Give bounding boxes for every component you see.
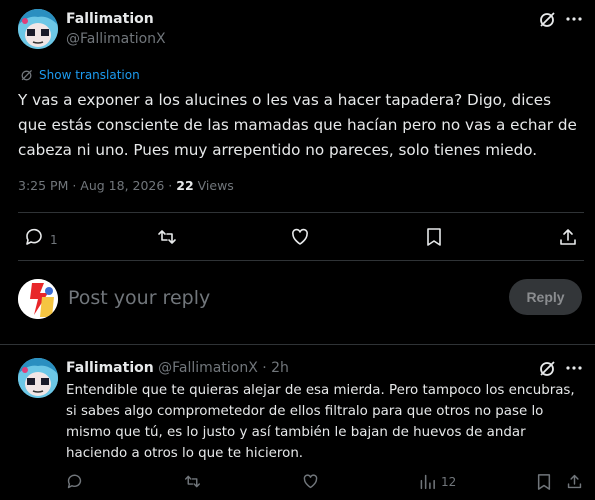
- share-icon[interactable]: [558, 227, 578, 247]
- divider: [18, 212, 584, 213]
- repost-icon[interactable]: [157, 227, 177, 247]
- analytics-icon: [418, 473, 435, 490]
- reply-header: Fallimation @FallimationX · 2h: [66, 360, 289, 376]
- author-avatar[interactable]: [18, 9, 58, 49]
- repost-icon[interactable]: [184, 473, 201, 490]
- reply-views-count: 12: [441, 474, 457, 489]
- reply-author-avatar[interactable]: [18, 358, 58, 398]
- share-icon[interactable]: [566, 473, 583, 490]
- more-options-icon[interactable]: [566, 17, 582, 21]
- current-user-avatar[interactable]: [18, 279, 58, 319]
- reply-text: Entendible que te quieras alejar de esa …: [66, 383, 575, 461]
- more-options-icon[interactable]: [566, 366, 582, 370]
- reply-composer-input[interactable]: Post your reply: [68, 287, 210, 309]
- translate-icon: [20, 69, 33, 82]
- bookmark-icon[interactable]: [536, 473, 552, 491]
- divider: [18, 260, 584, 261]
- divider: [0, 344, 595, 345]
- views-action[interactable]: 12: [418, 473, 456, 490]
- grok-icon[interactable]: [538, 11, 556, 29]
- like-icon[interactable]: [302, 473, 319, 490]
- reply-button[interactable]: Reply: [509, 279, 582, 315]
- grok-icon[interactable]: [538, 360, 556, 378]
- reply-icon: [24, 227, 44, 247]
- like-icon[interactable]: [290, 227, 310, 247]
- post-meta: 3:25 PM · Aug 18, 2026 · 22 Views: [18, 178, 234, 193]
- reply-author-handle[interactable]: @FallimationX: [158, 360, 258, 376]
- show-translation-link[interactable]: Show translation: [20, 68, 140, 82]
- reply-author-name[interactable]: Fallimation: [66, 360, 154, 376]
- post-timestamp[interactable]: 3:25 PM · Aug 18, 2026 ·: [18, 178, 176, 193]
- show-translation-label[interactable]: Show translation: [39, 68, 140, 82]
- author-name[interactable]: Fallimation: [66, 11, 154, 27]
- post-text: Y vas a exponer a los alucines o les vas…: [18, 91, 577, 159]
- bookmark-icon[interactable]: [425, 227, 443, 247]
- reply-count: 1: [50, 233, 58, 247]
- views-label: Views: [193, 178, 234, 193]
- views-count: 22: [176, 178, 194, 193]
- author-handle[interactable]: @FallimationX: [66, 31, 166, 47]
- reply-time[interactable]: · 2h: [262, 360, 289, 376]
- reply-icon[interactable]: [66, 473, 83, 490]
- reply-action[interactable]: 1: [24, 227, 58, 247]
